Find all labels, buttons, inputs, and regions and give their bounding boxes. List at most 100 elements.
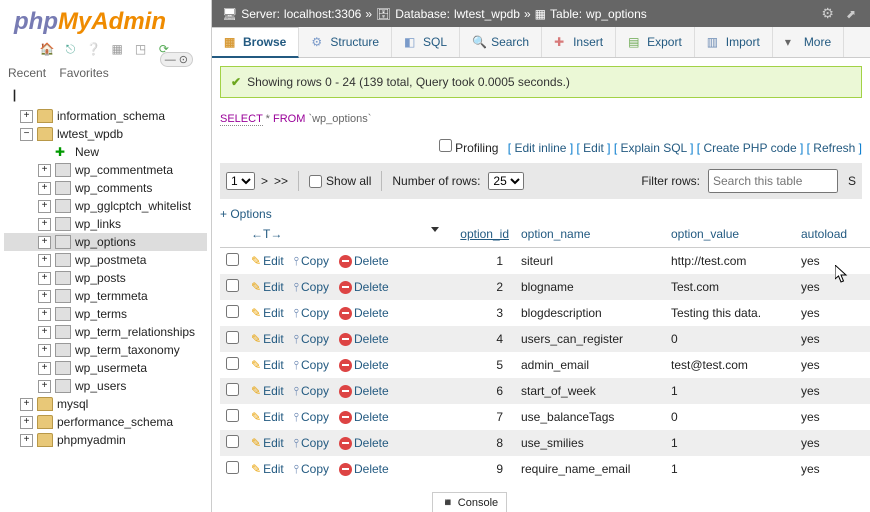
tab-browse[interactable]: ▦Browse [212,27,299,58]
server-value[interactable]: localhost:3306 [284,7,361,21]
sort-button[interactable]: S [848,174,856,188]
cell-autoload[interactable]: yes [795,248,870,275]
expand-icon[interactable]: + [38,254,51,267]
copy-row-link[interactable]: ⫯Copy [294,332,329,346]
edit-row-link[interactable]: ✎Edit [251,436,284,450]
cell-option-name[interactable]: users_can_register [515,326,665,352]
cell-option-name[interactable]: siteurl [515,248,665,275]
tab-favorites[interactable]: Favorites [59,66,108,80]
delete-row-link[interactable]: Delete [339,254,389,268]
cell-option-value[interactable]: http://test.com [665,248,795,275]
copy-row-link[interactable]: ⫯Copy [294,280,329,294]
edit-row-link[interactable]: ✎Edit [251,332,284,346]
expand-icon[interactable]: + [38,326,51,339]
expand-icon[interactable]: + [38,362,51,375]
expand-icon[interactable]: + [38,290,51,303]
tab-recent[interactable]: Recent [8,66,46,80]
expand-icon[interactable]: + [38,182,51,195]
tree-item-phpmyadmin[interactable]: +phpmyadmin [4,431,207,449]
edit-link[interactable]: Edit [583,141,604,155]
last-page-button[interactable]: >> [274,174,288,188]
tree-label[interactable]: lwtest_wpdb [57,127,123,141]
cell-autoload[interactable]: yes [795,352,870,378]
cell-autoload[interactable]: yes [795,300,870,326]
tree-item-lwtest_wpdb[interactable]: − lwtest_wpdb [4,125,207,143]
row-checkbox[interactable] [226,357,239,370]
expand-icon[interactable]: + [38,380,51,393]
delete-row-link[interactable]: Delete [339,280,389,294]
delete-row-link[interactable]: Delete [339,410,389,424]
copy-row-link[interactable]: ⫯Copy [294,384,329,398]
console-toggle[interactable]: ◾ Console [432,492,507,512]
expand-icon[interactable]: + [38,344,51,357]
copy-row-link[interactable]: ⫯Copy [294,462,329,476]
tree-label[interactable]: wp_users [75,379,126,393]
tree-item-wp_term_taxonomy[interactable]: + wp_term_taxonomy [4,341,207,359]
tree-label[interactable]: wp_postmeta [75,253,146,267]
row-checkbox[interactable] [226,383,239,396]
tree-label[interactable]: wp_terms [75,307,127,321]
collapse-icon[interactable]: − [20,128,33,141]
table-value[interactable]: wp_options [586,7,647,21]
chevron-down-icon[interactable] [431,227,439,232]
expand-icon[interactable]: + [38,272,51,285]
col-option-value[interactable]: option_value [665,221,795,248]
tree-label[interactable]: wp_commentmeta [75,163,173,177]
cell-autoload[interactable]: yes [795,274,870,300]
profiling-label[interactable]: Profiling [455,141,498,155]
tab-structure[interactable]: ⚙Structure [299,27,392,57]
edit-row-link[interactable]: ✎Edit [251,280,284,294]
delete-row-link[interactable]: Delete [339,332,389,346]
tree-label[interactable]: performance_schema [57,415,173,429]
home-icon[interactable]: 🏠 [39,42,55,58]
expand-icon[interactable]: + [38,200,51,213]
tree-item-mysql[interactable]: +mysql [4,395,207,413]
tree-item-New[interactable]: ✚New [4,143,207,161]
refresh-link[interactable]: Refresh [813,141,855,155]
tree-label[interactable]: information_schema [57,109,165,123]
cell-option-name[interactable]: blogdescription [515,300,665,326]
edit-row-link[interactable]: ✎Edit [251,410,284,424]
edit-row-link[interactable]: ✎Edit [251,254,284,268]
edit-row-link[interactable]: ✎Edit [251,358,284,372]
cell-option-id[interactable]: 4 [445,326,515,352]
cell-option-id[interactable]: 5 [445,352,515,378]
tree-item-wp_commentmeta[interactable]: +wp_commentmeta [4,161,207,179]
tree-label[interactable]: wp_termmeta [75,289,148,303]
delete-row-link[interactable]: Delete [339,306,389,320]
tree-item-wp_posts[interactable]: +wp_posts [4,269,207,287]
tree-label[interactable]: wp_term_relationships [75,325,195,339]
database-value[interactable]: lwtest_wpdb [454,7,520,21]
tree-item-wp_terms[interactable]: +wp_terms [4,305,207,323]
tree-label[interactable]: wp_comments [75,181,152,195]
delete-row-link[interactable]: Delete [339,462,389,476]
sql-icon[interactable]: ▦ [109,42,125,58]
row-action-header[interactable]: ←T→ [251,227,282,241]
cell-option-name[interactable]: admin_email [515,352,665,378]
expand-icon[interactable]: + [38,236,51,249]
tree-label[interactable]: wp_term_taxonomy [75,343,180,357]
cell-option-id[interactable]: 6 [445,378,515,404]
cell-autoload[interactable]: yes [795,326,870,352]
tree-label[interactable]: wp_links [75,217,121,231]
page-select[interactable]: 1 [226,172,255,190]
row-checkbox[interactable] [226,331,239,344]
cell-option-id[interactable]: 1 [445,248,515,275]
cell-option-name[interactable]: require_name_email [515,456,665,482]
copy-row-link[interactable]: ⫯Copy [294,410,329,424]
options-link[interactable]: + Options [220,207,272,221]
cell-option-id[interactable]: 7 [445,404,515,430]
tree-item-wp_options[interactable]: +wp_options [4,233,207,251]
cell-option-name[interactable]: blogname [515,274,665,300]
delete-row-link[interactable]: Delete [339,436,389,450]
settings-icon[interactable]: ◳ [133,42,149,58]
exit-icon[interactable]: ⬈ [846,7,856,21]
tree-label[interactable]: wp_usermeta [75,361,147,375]
tree-label[interactable]: mysql [57,397,88,411]
cell-option-name[interactable]: use_balanceTags [515,404,665,430]
options-toggle[interactable]: + Options [220,207,862,221]
num-rows-select[interactable]: 25 [488,172,524,190]
row-checkbox[interactable] [226,305,239,318]
tree-item-performance_schema[interactable]: +performance_schema [4,413,207,431]
cell-option-id[interactable]: 8 [445,430,515,456]
